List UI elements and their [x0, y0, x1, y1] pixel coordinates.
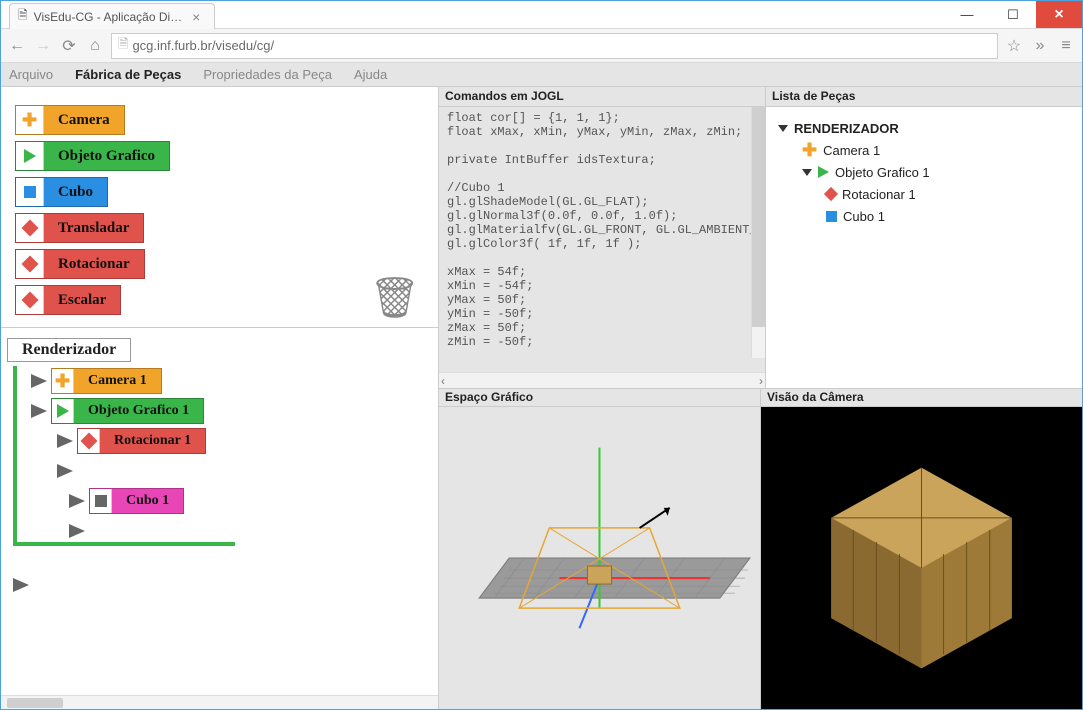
home-icon[interactable]: ⌂ [85, 37, 105, 55]
ws-objeto-grafico-1[interactable]: Objeto Grafico 1 [51, 398, 204, 424]
maximize-button[interactable]: ☐ [990, 1, 1036, 28]
piece-palette: ✚Camera Objeto Grafico Cubo Transladar R… [1, 87, 438, 327]
play-icon [24, 149, 36, 163]
ws-camera-1[interactable]: ✚Camera 1 [51, 368, 162, 394]
code-horizontal-scrollbar[interactable]: ‹› [439, 372, 765, 388]
browser-tab[interactable]: 🗎 VisEdu-CG - Aplicação Di… × [1, 1, 215, 29]
code-vertical-scrollbar[interactable] [751, 107, 765, 358]
tree-item-camera-1[interactable]: ✚Camera 1 [774, 139, 1074, 161]
menu-arquivo[interactable]: Arquivo [9, 67, 53, 82]
camera-view-title: Visão da Câmera [761, 389, 1082, 407]
close-button[interactable]: × [1036, 1, 1082, 28]
page-icon: 🗎 [118, 35, 128, 57]
object-tree[interactable]: RENDERIZADOR ✚Camera 1 Objeto Grafico 1 … [766, 107, 1082, 388]
square-icon [24, 186, 36, 198]
piece-objeto-grafico[interactable]: Objeto Grafico [15, 141, 170, 171]
app-menubar: Arquivo Fábrica de Peças Propriedades da… [1, 63, 1082, 87]
more-icon[interactable]: » [1030, 37, 1050, 55]
arrow-icon [31, 374, 47, 388]
tab-title: VisEdu-CG - Aplicação Di… [34, 10, 183, 24]
menu-propriedades[interactable]: Propriedades da Peça [203, 67, 332, 82]
square-icon [95, 495, 107, 507]
arrow-icon [57, 434, 73, 448]
piece-transladar[interactable]: Transladar [15, 213, 144, 243]
workspace[interactable]: Renderizador ✚Camera 1 Objeto Grafico 1 … [1, 330, 438, 695]
plus-icon: ✚ [55, 371, 70, 392]
object-tree-title: Lista de Peças [766, 87, 1082, 107]
tree-item-objeto-grafico-1[interactable]: Objeto Grafico 1 [774, 161, 1074, 183]
ws-cubo-1[interactable]: Cubo 1 [89, 488, 184, 514]
diamond-icon [80, 433, 97, 450]
menu-ajuda[interactable]: Ajuda [354, 67, 387, 82]
play-icon [818, 166, 829, 178]
menu-icon[interactable]: ≡ [1056, 37, 1076, 55]
arrow-icon [57, 464, 73, 478]
chevron-right-icon[interactable]: › [759, 374, 763, 388]
piece-camera[interactable]: ✚Camera [15, 105, 125, 135]
reload-icon[interactable]: ⟳ [59, 36, 79, 56]
back-icon[interactable]: ← [7, 37, 27, 55]
arrow-icon [69, 524, 85, 538]
espaco-grafico-viewport[interactable] [439, 407, 760, 709]
minimize-button[interactable]: — [944, 1, 990, 28]
espaco-grafico-title: Espaço Gráfico [439, 389, 760, 407]
piece-cubo[interactable]: Cubo [15, 177, 108, 207]
url-text: gcg.inf.furb.br/visedu/cg/ [132, 38, 274, 53]
diamond-icon [21, 256, 38, 273]
diamond-icon [21, 220, 38, 237]
workspace-scrollbar[interactable] [1, 695, 438, 709]
arrow-icon [13, 578, 29, 592]
plus-icon: ✚ [802, 140, 817, 161]
diamond-icon [824, 187, 838, 201]
tree-item-renderizador[interactable]: RENDERIZADOR [774, 117, 1074, 139]
tree-item-cubo-1[interactable]: Cubo 1 [774, 205, 1074, 227]
close-tab-icon[interactable]: × [192, 9, 200, 25]
code-area[interactable]: float cor[] = {1, 1, 1}; float xMax, xMi… [439, 107, 765, 372]
app-window: 🗎 VisEdu-CG - Aplicação Di… × — ☐ × ← → … [0, 0, 1083, 710]
plus-icon: ✚ [22, 110, 37, 131]
caret-down-icon [802, 169, 812, 176]
file-icon: 🗎 [18, 6, 28, 27]
browser-toolbar: ← → ⟳ ⌂ 🗎 gcg.inf.furb.br/visedu/cg/ ☆ »… [1, 29, 1082, 63]
square-icon [826, 211, 837, 222]
address-bar[interactable]: 🗎 gcg.inf.furb.br/visedu/cg/ [111, 33, 998, 59]
arrow-icon [69, 494, 85, 508]
caret-down-icon [778, 125, 788, 132]
diamond-icon [21, 292, 38, 309]
code-panel-title: Comandos em JOGL [439, 87, 765, 107]
trash-icon[interactable]: 🗑 [369, 274, 420, 321]
forward-icon[interactable]: → [33, 37, 53, 55]
titlebar: 🗎 VisEdu-CG - Aplicação Di… × — ☐ × [1, 1, 1082, 29]
ws-rotacionar-1[interactable]: Rotacionar 1 [77, 428, 206, 454]
arrow-icon [31, 404, 47, 418]
star-icon[interactable]: ☆ [1004, 36, 1024, 56]
chevron-left-icon[interactable]: ‹ [441, 374, 445, 388]
piece-escalar[interactable]: Escalar [15, 285, 121, 315]
renderer-block[interactable]: Renderizador [7, 338, 131, 362]
piece-rotacionar[interactable]: Rotacionar [15, 249, 145, 279]
menu-fabrica[interactable]: Fábrica de Peças [75, 67, 181, 82]
tree-item-rotacionar-1[interactable]: Rotacionar 1 [774, 183, 1074, 205]
camera-viewport[interactable] [761, 407, 1082, 709]
play-icon [57, 404, 69, 418]
